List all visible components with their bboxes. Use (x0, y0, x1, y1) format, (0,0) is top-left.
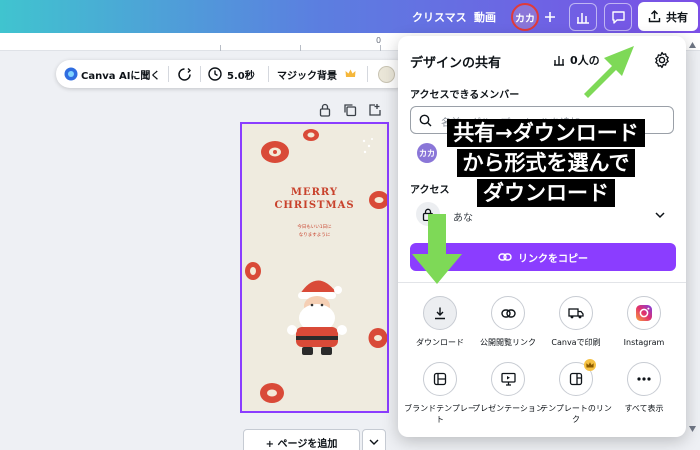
user-avatar[interactable]: カカ (511, 3, 539, 31)
lock-icon[interactable] (318, 103, 332, 117)
topbar-link-video[interactable]: 動画 (474, 9, 496, 25)
clock-icon (208, 67, 222, 81)
top-bar: クリスマス 動画 カカ 共有 (0, 0, 700, 33)
plus-icon (545, 12, 555, 22)
option-download[interactable]: ダウンロード (404, 296, 476, 348)
green-arrow-to-download (412, 214, 462, 284)
link-icon (498, 253, 512, 261)
ruler-mark: 0 (376, 36, 382, 45)
option-label: プレゼンテーション (472, 404, 544, 413)
ruler-tick (380, 45, 381, 51)
option-instagram[interactable]: Instagram (608, 296, 680, 348)
camellia-flower (260, 383, 284, 403)
copy-link-label: リンクをコピー (518, 253, 588, 265)
green-arrow-to-share (584, 46, 634, 98)
template-link-icon (559, 359, 596, 396)
camellia-flower (303, 129, 319, 141)
camellia-flower (245, 262, 261, 280)
animate-icon[interactable] (177, 67, 192, 82)
share-button-label: 共有 (666, 10, 688, 24)
option-public-link[interactable]: 公開閲覧リンク (472, 296, 544, 348)
add-page-options-button[interactable] (362, 429, 386, 450)
gear-icon[interactable] (653, 51, 671, 69)
design-subtitle-line2: なりますように (298, 233, 331, 238)
share-upload-icon (648, 10, 661, 23)
crown-icon (584, 359, 596, 371)
ruler-tick (300, 45, 301, 51)
share-panel-title: デザインの共有 (410, 56, 502, 71)
presentation-icon (491, 362, 525, 396)
element-toolbar: Canva AIに聞く 5.0秒 マジック背景 (56, 60, 410, 88)
color-swatch[interactable] (378, 66, 395, 83)
add-page-button[interactable]: + ページを追加 (243, 429, 360, 450)
camellia-flower (261, 141, 289, 163)
toolbar-divider (268, 66, 269, 82)
option-template-link[interactable]: テンプレートのリンク (540, 359, 612, 425)
callout-line: 共有→ダウンロード (447, 119, 645, 147)
comment-icon (611, 11, 625, 24)
instruction-callout: 共有→ダウンロード から形式を選んで ダウンロード (430, 119, 662, 207)
option-see-all[interactable]: すべて表示 (608, 362, 680, 414)
chevron-down-icon (369, 439, 379, 445)
duplicate-page-icon[interactable] (343, 103, 357, 117)
option-presentation[interactable]: プレゼンテーション (472, 362, 544, 414)
option-label: 公開閲覧リンク (480, 338, 536, 347)
snow-dots (362, 138, 373, 154)
option-label: すべて表示 (624, 404, 664, 413)
add-collaborator-button[interactable] (540, 6, 560, 28)
truck-icon (559, 296, 593, 330)
insights-button[interactable] (569, 3, 597, 31)
option-label: Canvaで印刷 (551, 338, 601, 347)
callout-line: ダウンロード (477, 179, 615, 207)
toolbar-divider (367, 66, 368, 82)
toolbar-divider (200, 66, 201, 82)
link-icon (491, 296, 525, 330)
canva-ai-icon (64, 67, 78, 81)
bar-chart-icon (577, 13, 589, 24)
option-label: ダウンロード (416, 338, 464, 347)
design-canvas-page[interactable]: MERRY CHRISTMAS 今日もいい1日に なりますように (240, 122, 389, 413)
callout-line: から形式を選んで (456, 149, 636, 177)
add-page-icon[interactable] (368, 103, 382, 117)
design-title-line2: CHRISTMAS (274, 200, 355, 211)
option-brand-template[interactable]: ブランドテンプレート (404, 362, 476, 425)
design-subtitle-line1: 今日もいい1日に (297, 225, 332, 230)
chevron-down-icon[interactable] (654, 209, 666, 221)
santa-illustration (287, 280, 347, 355)
option-print[interactable]: Canvaで印刷 (540, 296, 612, 348)
download-icon (423, 296, 457, 330)
comment-button[interactable] (604, 3, 632, 31)
ask-canva-ai-button[interactable]: Canva AIに聞く (81, 67, 160, 82)
members-heading: アクセスできるメンバー (410, 90, 520, 101)
share-button[interactable]: 共有 (638, 2, 698, 31)
camellia-flower (368, 328, 387, 348)
option-label: ブランドテンプレート (404, 404, 476, 424)
toolbar-divider (168, 66, 169, 82)
bar-chart-icon (554, 56, 564, 66)
design-title-line1: MERRY (290, 187, 339, 198)
option-label: テンプレートのリンク (540, 404, 612, 424)
panel-scrollbar[interactable] (687, 36, 698, 437)
ruler-tick (220, 45, 221, 51)
brand-template-icon (423, 362, 457, 396)
instagram-icon (627, 296, 661, 330)
more-icon (627, 362, 661, 396)
duration-button[interactable]: 5.0秒 (227, 67, 255, 82)
crown-icon (345, 69, 356, 77)
topbar-link-christmas[interactable]: クリスマス (412, 9, 467, 25)
option-label: Instagram (623, 338, 665, 347)
magic-background-button[interactable]: マジック背景 (277, 67, 337, 82)
